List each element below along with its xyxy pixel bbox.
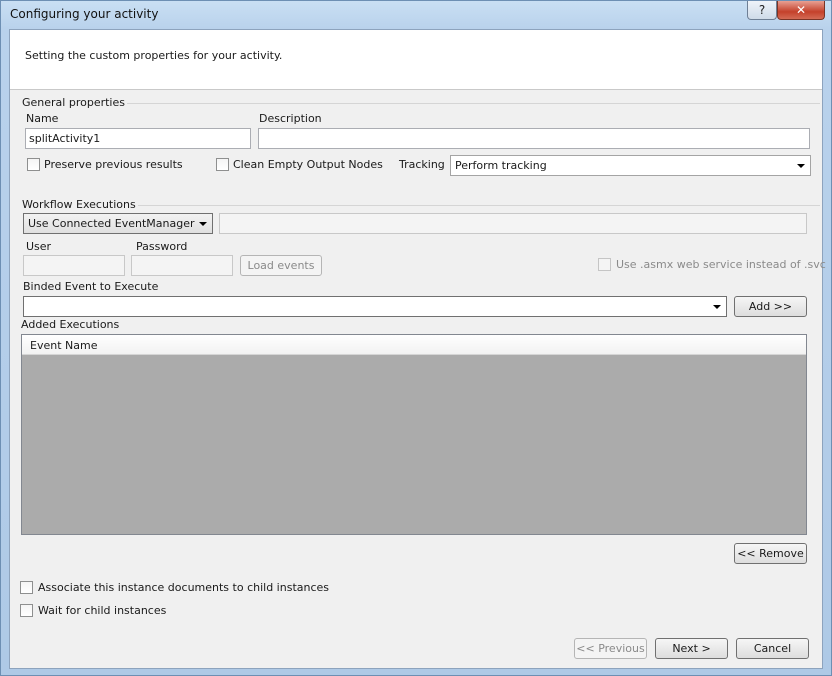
- next-button-label: Next >: [672, 642, 711, 655]
- remove-button-label: << Remove: [737, 547, 804, 560]
- cancel-button[interactable]: Cancel: [736, 638, 809, 659]
- load-events-label: Load events: [247, 259, 315, 272]
- load-events-button[interactable]: Load events: [240, 255, 322, 276]
- list-header: Event Name: [22, 335, 806, 355]
- next-button[interactable]: Next >: [655, 638, 728, 659]
- description-input[interactable]: [258, 128, 810, 149]
- password-label: Password: [136, 240, 188, 253]
- name-label: Name: [26, 112, 59, 125]
- asmx-checkbox[interactable]: [598, 258, 611, 271]
- help-button[interactable]: ?: [747, 1, 777, 20]
- added-executions-list[interactable]: Event Name: [21, 334, 807, 535]
- event-manager-url-input[interactable]: [219, 213, 807, 234]
- remove-button[interactable]: << Remove: [734, 543, 807, 564]
- workflow-executions-title: Workflow Executions: [22, 198, 138, 211]
- previous-button-label: << Previous: [576, 642, 645, 655]
- asmx-label[interactable]: Use .asmx web service instead of .svc: [616, 258, 826, 271]
- title-bar[interactable]: Configuring your activity ? ✕: [1, 1, 831, 29]
- dialog-client-area: Setting the custom properties for your a…: [9, 29, 826, 669]
- name-input[interactable]: splitActivity1: [25, 128, 251, 149]
- event-source-value: Use Connected EventManager: [28, 217, 195, 230]
- wait-child-label[interactable]: Wait for child instances: [38, 604, 166, 617]
- chevron-down-icon: [199, 222, 207, 226]
- tracking-label: Tracking: [399, 158, 445, 171]
- add-button[interactable]: Add >>: [734, 296, 807, 317]
- previous-button[interactable]: << Previous: [574, 638, 647, 659]
- header-panel: Setting the custom properties for your a…: [10, 30, 822, 90]
- binded-event-label: Binded Event to Execute: [23, 280, 159, 293]
- event-source-select[interactable]: Use Connected EventManager: [23, 213, 213, 234]
- user-label: User: [26, 240, 52, 253]
- associate-documents-checkbox[interactable]: [20, 581, 33, 594]
- clean-empty-nodes-checkbox[interactable]: [216, 158, 229, 171]
- tracking-select[interactable]: Perform tracking: [450, 155, 811, 176]
- cancel-button-label: Cancel: [753, 642, 792, 655]
- user-input[interactable]: [23, 255, 125, 276]
- dialog-window: Configuring your activity ? ✕ Setting th…: [0, 0, 832, 676]
- help-icon: ?: [758, 3, 766, 17]
- tracking-select-value: Perform tracking: [455, 159, 547, 172]
- general-properties-title: General properties: [22, 96, 127, 109]
- column-header-event-name[interactable]: Event Name: [30, 339, 97, 352]
- binded-event-select[interactable]: [23, 296, 727, 317]
- window-title: Configuring your activity: [10, 7, 159, 21]
- wait-child-checkbox[interactable]: [20, 604, 33, 617]
- clean-empty-nodes-label[interactable]: Clean Empty Output Nodes: [233, 158, 383, 171]
- associate-documents-label[interactable]: Associate this instance documents to chi…: [38, 581, 329, 594]
- chevron-down-icon: [713, 305, 721, 309]
- add-button-label: Add >>: [748, 300, 793, 313]
- header-text: Setting the custom properties for your a…: [25, 49, 283, 62]
- chevron-down-icon: [797, 164, 805, 168]
- preserve-results-checkbox[interactable]: [27, 158, 40, 171]
- close-button[interactable]: ✕: [777, 1, 825, 20]
- added-executions-label: Added Executions: [21, 318, 120, 331]
- password-input[interactable]: [131, 255, 233, 276]
- description-label: Description: [259, 112, 322, 125]
- close-icon: ✕: [795, 3, 807, 17]
- preserve-results-label[interactable]: Preserve previous results: [44, 158, 183, 171]
